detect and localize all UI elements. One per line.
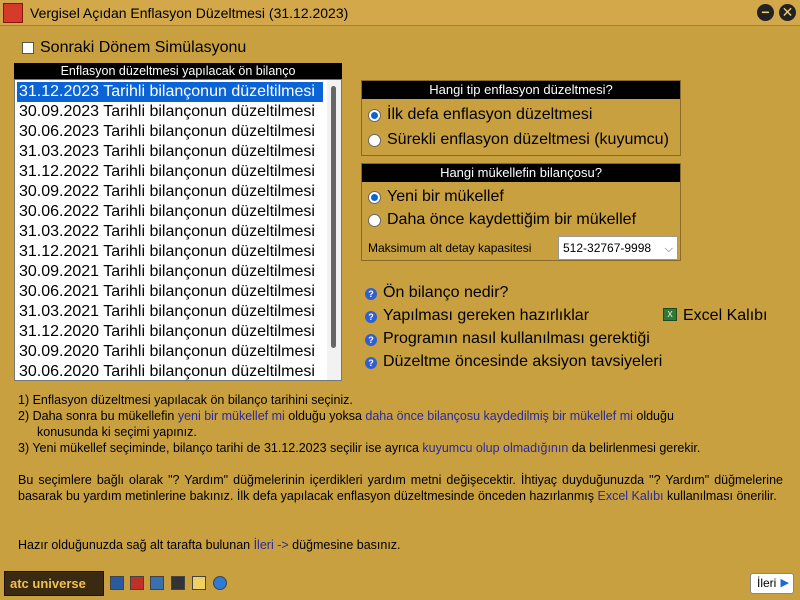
capacity-value: 512-32767-9998 — [563, 241, 652, 255]
video-icon[interactable] — [171, 576, 185, 590]
balance-list-item[interactable]: 30.09.2022 Tarihli bilançonun düzeltilme… — [17, 182, 315, 202]
balance-list-item[interactable]: 31.12.2022 Tarihli bilançonun düzeltilme… — [17, 162, 315, 182]
balance-list-item[interactable]: 31.12.2020 Tarihli bilançonun düzeltilme… — [17, 322, 315, 342]
balance-date-list[interactable]: 31.12.2023 Tarihli bilançonun düzeltilme… — [14, 79, 342, 381]
instruction-highlight: kuyumcu olup olmadığının — [422, 441, 569, 455]
taxpayer-header: Hangi mükellefin bilançosu? — [362, 164, 680, 182]
final-instruction: Hazır olduğunuzda sağ alt tarafta buluna… — [18, 537, 788, 553]
balance-list-item[interactable]: 31.03.2023 Tarihli bilançonun düzeltilme… — [17, 142, 315, 162]
option-saved-taxpayer[interactable]: Daha önce kaydettiğim bir mükellef — [387, 211, 636, 229]
balance-list-item[interactable]: 30.09.2023 Tarihli bilançonun düzeltilme… — [17, 102, 315, 122]
instruction-text: 3) Yeni mükellef seçiminde, bilanço tari… — [18, 441, 423, 455]
radio-new-taxpayer[interactable] — [368, 191, 381, 204]
balance-list-item[interactable]: 30.09.2021 Tarihli bilançonun düzeltilme… — [17, 262, 315, 282]
atc-universe-logo: atc universe — [4, 571, 104, 596]
instruction-text: Hazır olduğunuzda sağ alt tarafta buluna… — [18, 538, 254, 552]
balance-list-item[interactable]: 30.06.2020 Tarihli bilançonun düzeltilme… — [17, 362, 315, 380]
balance-list-item[interactable]: 30.06.2022 Tarihli bilançonun düzeltilme… — [17, 202, 315, 222]
title-bar: Vergisel Açıdan Enflasyon Düzeltmesi (31… — [0, 0, 800, 26]
next-label: İleri — [757, 576, 777, 590]
taxpayer-panel: Hangi mükellefin bilançosu? Yeni bir mük… — [361, 163, 681, 261]
correction-type-header: Hangi tip enflasyon düzeltmesi? — [362, 81, 680, 99]
help-book-icon[interactable] — [150, 576, 164, 590]
radio-first-time[interactable] — [368, 109, 381, 122]
next-button[interactable]: İleri ▶ — [750, 573, 794, 594]
help-icon[interactable]: ? — [365, 288, 377, 300]
instruction-step-2-cont: konusunda ki seçimi yapınız. — [37, 425, 197, 439]
instruction-text: da belirlenmesi gerekir. — [568, 441, 701, 455]
help-icon[interactable]: ? — [365, 311, 377, 323]
balance-list-item[interactable]: 31.03.2022 Tarihli bilançonun düzeltilme… — [17, 222, 315, 242]
window-title: Vergisel Açıdan Enflasyon Düzeltmesi (31… — [30, 5, 349, 21]
instruction-text: olduğu — [632, 409, 674, 423]
instruction-step-1: 1) Enflasyon düzeltmesi yapılacak ön bil… — [18, 393, 353, 407]
instruction-text: kullanılması önerilir. — [663, 489, 777, 503]
excel-template-link[interactable]: Excel Kalıbı — [683, 307, 767, 325]
instruction-text: düğmesine basınız. — [288, 538, 401, 552]
list-scroll-thumb[interactable] — [331, 86, 336, 348]
option-continuous[interactable]: Sürekli enflasyon düzeltmesi (kuyumcu) — [387, 131, 669, 149]
instruction-highlight: İleri -> — [253, 538, 289, 552]
arrow-right-icon: ▶ — [780, 577, 789, 589]
help-link-usage[interactable]: Programın nasıl kullanılması gerektiği — [383, 330, 650, 348]
correction-type-panel: Hangi tip enflasyon düzeltmesi? İlk defa… — [361, 80, 681, 156]
help-icon[interactable]: ? — [365, 334, 377, 346]
minimize-button[interactable]: − — [757, 4, 774, 21]
capacity-select[interactable]: 512-32767-9998 ⌵ — [558, 236, 678, 260]
simulation-checkbox[interactable] — [22, 42, 34, 54]
balance-list-item[interactable]: 30.06.2023 Tarihli bilançonun düzeltilme… — [17, 122, 315, 142]
close-button[interactable]: ✕ — [779, 4, 796, 21]
help-explanation: Bu seçimlere bağlı olarak "? Yardım" düğ… — [18, 472, 783, 504]
instruction-step-2: 2) Daha sonra bu mükellefin yeni bir mük… — [18, 408, 783, 424]
capacity-label: Maksimum alt detay kapasitesi — [368, 241, 532, 255]
help-icon[interactable]: ? — [365, 357, 377, 369]
radio-saved-taxpayer[interactable] — [368, 214, 381, 227]
instruction-text: 2) Daha sonra bu mükellefin — [18, 409, 178, 423]
instruction-highlight: daha önce bilançosu kaydedilmiş bir müke… — [365, 409, 633, 423]
excel-icon[interactable]: X — [663, 308, 677, 321]
pdf-icon[interactable] — [130, 576, 144, 590]
instruction-highlight: Excel Kalıbı — [597, 489, 664, 503]
balance-list-item[interactable]: 30.09.2020 Tarihli bilançonun düzeltilme… — [17, 342, 315, 362]
balance-list-item[interactable]: 30.06.2021 Tarihli bilançonun düzeltilme… — [17, 282, 315, 302]
option-first-time[interactable]: İlk defa enflasyon düzeltmesi — [387, 106, 592, 124]
balance-list-header: Enflasyon düzeltmesi yapılacak ön bilanç… — [14, 63, 342, 79]
list-scrollbar[interactable] — [327, 80, 341, 380]
help-link-preparations[interactable]: Yapılması gereken hazırlıklar — [383, 307, 589, 325]
chevron-down-icon: ⌵ — [664, 243, 673, 255]
instruction-text: olduğu yoksa — [284, 409, 366, 423]
book-icon[interactable] — [110, 576, 124, 590]
app-chart-icon — [3, 3, 23, 23]
info-icon[interactable] — [213, 576, 227, 590]
help-link-actions[interactable]: Düzeltme öncesinde aksiyon tavsiyeleri — [383, 353, 662, 371]
mail-icon[interactable] — [192, 576, 206, 590]
instruction-step-3: 3) Yeni mükellef seçiminde, bilanço tari… — [18, 440, 788, 456]
balance-list-item[interactable]: 31.12.2023 Tarihli bilançonun düzeltilme… — [17, 82, 323, 102]
help-link-pre-balance[interactable]: Ön bilanço nedir? — [383, 284, 508, 302]
instruction-highlight: yeni bir mükellef mi — [177, 409, 285, 423]
balance-list-item[interactable]: 31.12.2021 Tarihli bilançonun düzeltilme… — [17, 242, 315, 262]
balance-list-item[interactable]: 31.03.2021 Tarihli bilançonun düzeltilme… — [17, 302, 315, 322]
option-new-taxpayer[interactable]: Yeni bir mükellef — [387, 188, 504, 206]
radio-continuous[interactable] — [368, 134, 381, 147]
simulation-label[interactable]: Sonraki Dönem Simülasyonu — [40, 39, 246, 57]
